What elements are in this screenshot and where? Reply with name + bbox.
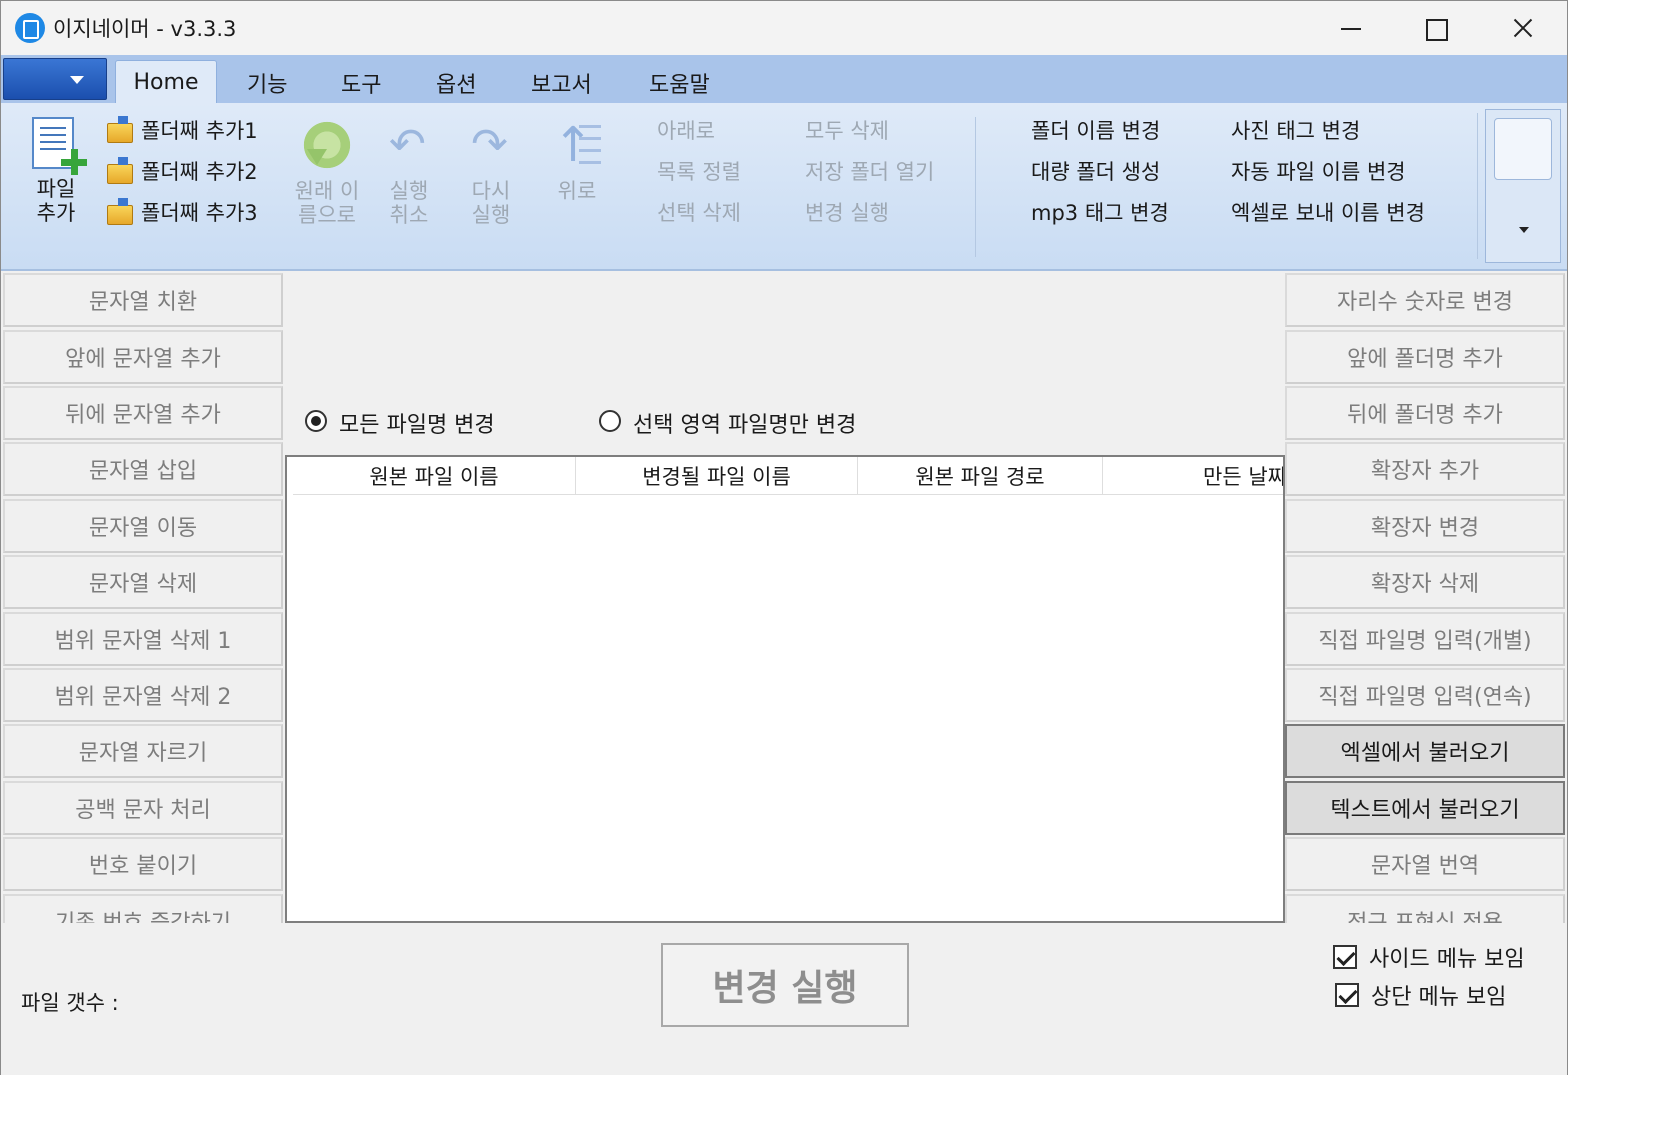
side-numbering[interactable]: 번호 붙이기: [3, 837, 283, 891]
tab-options[interactable]: 옵션: [436, 67, 476, 99]
show-top-menu-checkbox[interactable]: [1335, 983, 1359, 1007]
side-translate-string[interactable]: 문자열 번역: [1285, 837, 1565, 891]
right-side-menu: 자리수 숫자로 변경 앞에 폴더명 추가 뒤에 폴더명 추가 확장자 추가 확장…: [1285, 273, 1567, 923]
title-bar: 이지네이머 - v3.3.3: [1, 1, 1567, 55]
tab-reports[interactable]: 보고서: [531, 67, 592, 99]
rename-folder-button[interactable]: 폴더 이름 변경: [1031, 115, 1160, 145]
side-import-text[interactable]: 텍스트에서 불러오기: [1285, 781, 1565, 835]
add-folder-3-label: 폴더째 추가3: [141, 201, 258, 225]
side-import-excel[interactable]: 엑셀에서 불러오기: [1285, 724, 1565, 778]
window-title: 이지네이머 - v3.3.3: [53, 17, 237, 41]
side-whitespace[interactable]: 공백 문자 처리: [3, 781, 283, 835]
show-side-menu-label[interactable]: 사이드 메뉴 보임: [1369, 941, 1525, 973]
photo-tag-button[interactable]: 사진 태그 변경: [1231, 115, 1360, 145]
mode-selected-radio[interactable]: [599, 410, 621, 432]
add-file-label: 파일 추가: [36, 177, 76, 225]
side-prepend-folder[interactable]: 앞에 폴더명 추가: [1285, 330, 1565, 384]
mode-selected-label[interactable]: 선택 영역 파일명만 변경: [633, 407, 856, 439]
side-change-extension[interactable]: 확장자 변경: [1285, 499, 1565, 553]
folder-icon: [107, 198, 133, 225]
file-list-grid[interactable]: 원본 파일 이름 변경될 파일 이름 원본 파일 경로 만든 날짜: [285, 455, 1285, 923]
redo-button[interactable]: 다시 실행: [463, 179, 519, 227]
app-window: 이지네이머 - v3.3.3 Home 기능 도구 옵션 보고서 도움말 파일 …: [0, 0, 1568, 1075]
redo-icon: ↷: [471, 119, 508, 170]
mode-all-label[interactable]: 모든 파일명 변경: [339, 407, 495, 439]
ribbon-gallery-dropdown[interactable]: [1485, 109, 1561, 263]
add-folder-2-label: 폴더째 추가2: [141, 160, 258, 184]
side-adjust-number[interactable]: 기존 번호 증감하기: [3, 894, 283, 923]
side-range-delete-2[interactable]: 범위 문자열 삭제 2: [3, 668, 283, 722]
side-digit-number[interactable]: 자리수 숫자로 변경: [1285, 273, 1565, 327]
maximize-button[interactable]: [1393, 1, 1479, 55]
plus-icon: [61, 149, 87, 175]
show-side-menu-checkbox[interactable]: [1333, 945, 1357, 969]
column-header-original-path[interactable]: 원본 파일 경로: [858, 457, 1103, 495]
show-top-menu-label[interactable]: 상단 메뉴 보임: [1371, 979, 1506, 1011]
tab-features[interactable]: 기능: [247, 67, 287, 99]
column-header-original-name[interactable]: 원본 파일 이름: [293, 457, 576, 495]
side-manual-continuous[interactable]: 직접 파일명 입력(연속): [1285, 668, 1565, 722]
mode-all-radio[interactable]: [305, 410, 327, 432]
delete-selected-button[interactable]: 선택 삭제: [657, 197, 741, 227]
side-move-string[interactable]: 문자열 이동: [3, 499, 283, 553]
app-menu-button[interactable]: [3, 58, 107, 100]
move-up-button[interactable]: 위로: [549, 179, 605, 203]
export-excel-rename-button[interactable]: 엑셀로 보내 이름 변경: [1231, 197, 1425, 227]
add-folder-2-button[interactable]: 폴더째 추가2: [105, 156, 277, 186]
restore-original-button[interactable]: 원래 이 름으로: [287, 179, 367, 227]
add-folder-1-label: 폴더째 추가1: [141, 119, 258, 143]
left-side-menu: 문자열 치환 앞에 문자열 추가 뒤에 문자열 추가 문자열 삽입 문자열 이동…: [3, 273, 285, 923]
ribbon-separator: [1477, 113, 1478, 259]
add-folder-1-button[interactable]: 폴더째 추가1: [105, 115, 277, 145]
open-save-folder-button[interactable]: 저장 폴더 열기: [805, 156, 934, 186]
execute-rename-button[interactable]: 변경 실행: [661, 943, 909, 1027]
column-header-created-date[interactable]: 만든 날짜: [1103, 457, 1283, 495]
restore-icon: [299, 119, 355, 171]
mp3-tag-button[interactable]: mp3 태그 변경: [1031, 197, 1169, 227]
add-file-button[interactable]: 파일 추가: [23, 111, 93, 235]
folder-icon: [107, 116, 133, 143]
folder-icon: [107, 157, 133, 184]
tab-help[interactable]: 도움말: [649, 67, 710, 99]
add-folder-3-button[interactable]: 폴더째 추가3: [105, 197, 277, 227]
side-range-delete-1[interactable]: 범위 문자열 삭제 1: [3, 612, 283, 666]
side-delete-string[interactable]: 문자열 삭제: [3, 555, 283, 609]
close-button[interactable]: [1479, 1, 1565, 55]
ribbon-tab-bar: Home 기능 도구 옵션 보고서 도움말: [1, 55, 1567, 103]
sort-list-button[interactable]: 목록 정렬: [657, 156, 741, 186]
side-prepend-string[interactable]: 앞에 문자열 추가: [3, 330, 283, 384]
app-icon: [15, 13, 45, 43]
column-header-new-name[interactable]: 변경될 파일 이름: [576, 457, 858, 495]
bulk-create-folder-button[interactable]: 대량 폴더 생성: [1031, 156, 1160, 186]
undo-icon: ↶: [389, 119, 426, 170]
side-replace-string[interactable]: 문자열 치환: [3, 273, 283, 327]
side-append-string[interactable]: 뒤에 문자열 추가: [3, 386, 283, 440]
side-cut-string[interactable]: 문자열 자르기: [3, 724, 283, 778]
tab-tools[interactable]: 도구: [341, 67, 381, 99]
side-insert-string[interactable]: 문자열 삽입: [3, 442, 283, 496]
tab-home[interactable]: Home: [115, 60, 217, 103]
side-delete-extension[interactable]: 확장자 삭제: [1285, 555, 1565, 609]
undo-button[interactable]: 실행 취소: [381, 179, 437, 227]
minimize-button[interactable]: [1307, 1, 1393, 55]
side-add-extension[interactable]: 확장자 추가: [1285, 442, 1565, 496]
file-count-label: 파일 갯수 :: [21, 991, 119, 1015]
ribbon: 파일 추가 폴더째 추가1 폴더째 추가2 폴더째 추가3 원래 이 름으로 ↶…: [1, 103, 1567, 271]
execute-rename-ribbon-button[interactable]: 변경 실행: [805, 197, 889, 227]
gallery-preview: [1494, 118, 1552, 180]
list-lines-icon: [579, 125, 601, 165]
ribbon-separator: [975, 117, 976, 257]
side-append-folder[interactable]: 뒤에 폴더명 추가: [1285, 386, 1565, 440]
side-manual-individual[interactable]: 직접 파일명 입력(개별): [1285, 612, 1565, 666]
delete-all-button[interactable]: 모두 삭제: [805, 115, 889, 145]
side-regex[interactable]: 정규 표현식 적용: [1285, 894, 1565, 923]
move-down-button[interactable]: 아래로: [657, 115, 715, 145]
auto-rename-button[interactable]: 자동 파일 이름 변경: [1231, 156, 1406, 186]
